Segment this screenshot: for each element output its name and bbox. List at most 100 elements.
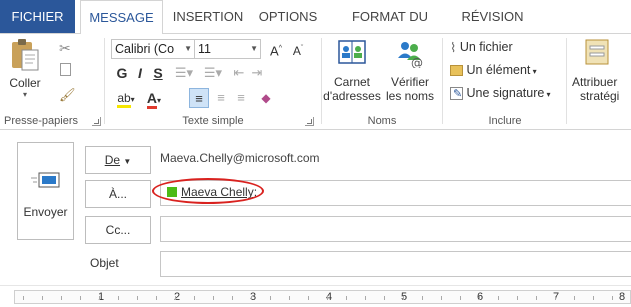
group-include: ⌇ Un fichier Un élément ▾ ✎ Une signatur… — [444, 34, 566, 129]
cc-field[interactable] — [160, 216, 631, 242]
separator — [104, 38, 105, 124]
ruler-tick — [80, 296, 81, 300]
format-painter-icon[interactable]: 🖌 — [59, 87, 76, 103]
ruler-tick — [593, 296, 594, 300]
tab-insertion[interactable]: INSERTION — [167, 0, 249, 33]
ruler-tick — [612, 296, 613, 300]
highlight-icon[interactable]: ab▾ — [113, 88, 139, 108]
ruler-tick — [251, 296, 252, 300]
clear-formatting-icon[interactable]: ◆ — [257, 88, 275, 108]
font-name-value: Calibri (Co — [115, 42, 175, 56]
underline-icon[interactable]: S — [151, 63, 165, 83]
ruler-tick — [61, 296, 62, 300]
signature-label: Une signature — [466, 86, 545, 100]
align-center-icon[interactable]: ≡ — [212, 88, 230, 108]
font-name-combo[interactable]: Calibri (Co ▼ — [111, 39, 195, 59]
from-address: Maeva.Chelly@microsoft.com — [160, 151, 320, 165]
to-button[interactable]: À... — [85, 180, 151, 208]
assign-policy-line2: stratégi — [580, 89, 620, 103]
tab-message[interactable]: MESSAGE — [80, 0, 163, 34]
ruler-tick — [137, 296, 138, 300]
address-book-icon — [338, 40, 366, 64]
address-book-button[interactable]: Carnet d'adresses — [323, 38, 381, 103]
svg-text:@: @ — [411, 56, 423, 68]
from-label: De — [104, 153, 121, 167]
tab-revision[interactable]: RÉVISION — [455, 0, 530, 33]
separator — [442, 38, 443, 124]
ruler-number: 5 — [401, 291, 408, 303]
cc-button[interactable]: Cc... — [85, 216, 151, 244]
include-group-label: Inclure — [488, 115, 522, 127]
check-names-button[interactable]: @ Vérifier les noms — [381, 38, 439, 103]
ruler-tick — [175, 296, 176, 300]
paste-button[interactable]: Coller ▾ — [6, 38, 44, 100]
grow-font-icon[interactable]: A^ — [267, 39, 285, 59]
paste-icon — [12, 39, 39, 71]
chevron-down-icon: ▼ — [184, 44, 192, 53]
assign-policy-button[interactable]: Attribuer stratégi — [572, 38, 631, 103]
ruler-tick — [441, 296, 442, 300]
assign-policy-line1: Attribuer — [572, 75, 618, 89]
paste-dropdown-icon[interactable]: ▾ — [6, 90, 44, 100]
tab-options[interactable]: OPTIONS — [254, 0, 322, 33]
signature-icon: ✎ — [450, 87, 463, 101]
clipboard-launcher-icon[interactable] — [92, 117, 101, 126]
align-left-icon[interactable]: ≡ — [189, 88, 209, 108]
policy-icon — [585, 39, 609, 65]
tab-format-du-texte[interactable]: FORMAT DU TEXTE — [330, 0, 450, 58]
separator — [566, 38, 567, 124]
subject-field[interactable] — [160, 251, 631, 277]
ruler-tick — [555, 296, 556, 300]
attach-file-label: Un fichier — [459, 40, 513, 54]
tab-fichier[interactable]: FICHIER — [0, 0, 75, 33]
shrink-font-icon[interactable]: Aˇ — [289, 39, 307, 59]
cut-icon[interactable]: ✂ — [59, 40, 71, 57]
signature-button[interactable]: ✎ Une signature ▾ — [450, 83, 551, 103]
send-label: Envoyer — [23, 205, 68, 219]
ruler-tick — [327, 296, 328, 300]
attach-item-label: Un élément — [466, 63, 531, 77]
font-color-icon[interactable]: A▾ — [141, 88, 167, 109]
ruler-tick — [289, 296, 290, 300]
ruler-number: 6 — [477, 291, 484, 303]
ruler-tick — [403, 296, 404, 300]
check-names-line2: les noms — [385, 89, 435, 103]
ruler-tick — [42, 296, 43, 300]
envelope-item-icon — [450, 65, 463, 77]
bullets-icon[interactable]: ☰▾ — [171, 63, 197, 83]
ruler-number: 8 — [619, 291, 626, 303]
check-names-line1: Vérifier — [390, 75, 429, 89]
ruler-tick — [517, 296, 518, 300]
check-names-icon: @ — [398, 42, 423, 70]
attach-item-button[interactable]: Un élément ▾ — [450, 60, 537, 80]
ruler: 1 2 3 4 5 6 7 8 — [0, 285, 631, 307]
attach-file-button[interactable]: ⌇ Un fichier — [450, 37, 513, 57]
cc-label: Cc... — [105, 223, 131, 237]
group-clipboard: Coller ▾ ✂ 🖌 Presse-papiers — [0, 34, 103, 129]
copy-icon[interactable] — [60, 63, 71, 76]
ruler-tick — [479, 296, 480, 300]
font-size-combo[interactable]: 11 ▼ — [194, 39, 261, 59]
bold-icon[interactable]: G — [115, 63, 129, 83]
ruler-tick — [574, 296, 575, 300]
font-launcher-icon[interactable] — [305, 117, 314, 126]
send-envelope-icon — [31, 172, 60, 188]
from-button[interactable]: De ▼ — [85, 146, 151, 174]
to-label: À... — [108, 187, 127, 201]
ruler-tick — [270, 296, 271, 300]
ruler-tick — [422, 296, 423, 300]
numbering-icon[interactable]: ☰▾ — [200, 63, 226, 83]
paste-label: Coller — [9, 76, 41, 90]
send-button[interactable]: Envoyer — [17, 142, 74, 240]
ruler-number: 7 — [553, 291, 560, 303]
align-right-icon[interactable]: ≡ — [232, 88, 250, 108]
decrease-indent-icon[interactable]: ⇤ — [231, 63, 247, 83]
increase-indent-icon[interactable]: ⇥ — [249, 63, 265, 83]
address-book-line2: d'adresses — [323, 89, 381, 103]
ruler-tick — [460, 296, 461, 300]
italic-icon[interactable]: I — [133, 63, 147, 83]
names-group-label: Noms — [367, 115, 397, 127]
font-size-value: 11 — [198, 42, 211, 56]
ribbon-tab-bar: FICHIER MESSAGE INSERTION OPTIONS FORMAT… — [0, 0, 631, 58]
ruler-tick — [23, 296, 24, 300]
